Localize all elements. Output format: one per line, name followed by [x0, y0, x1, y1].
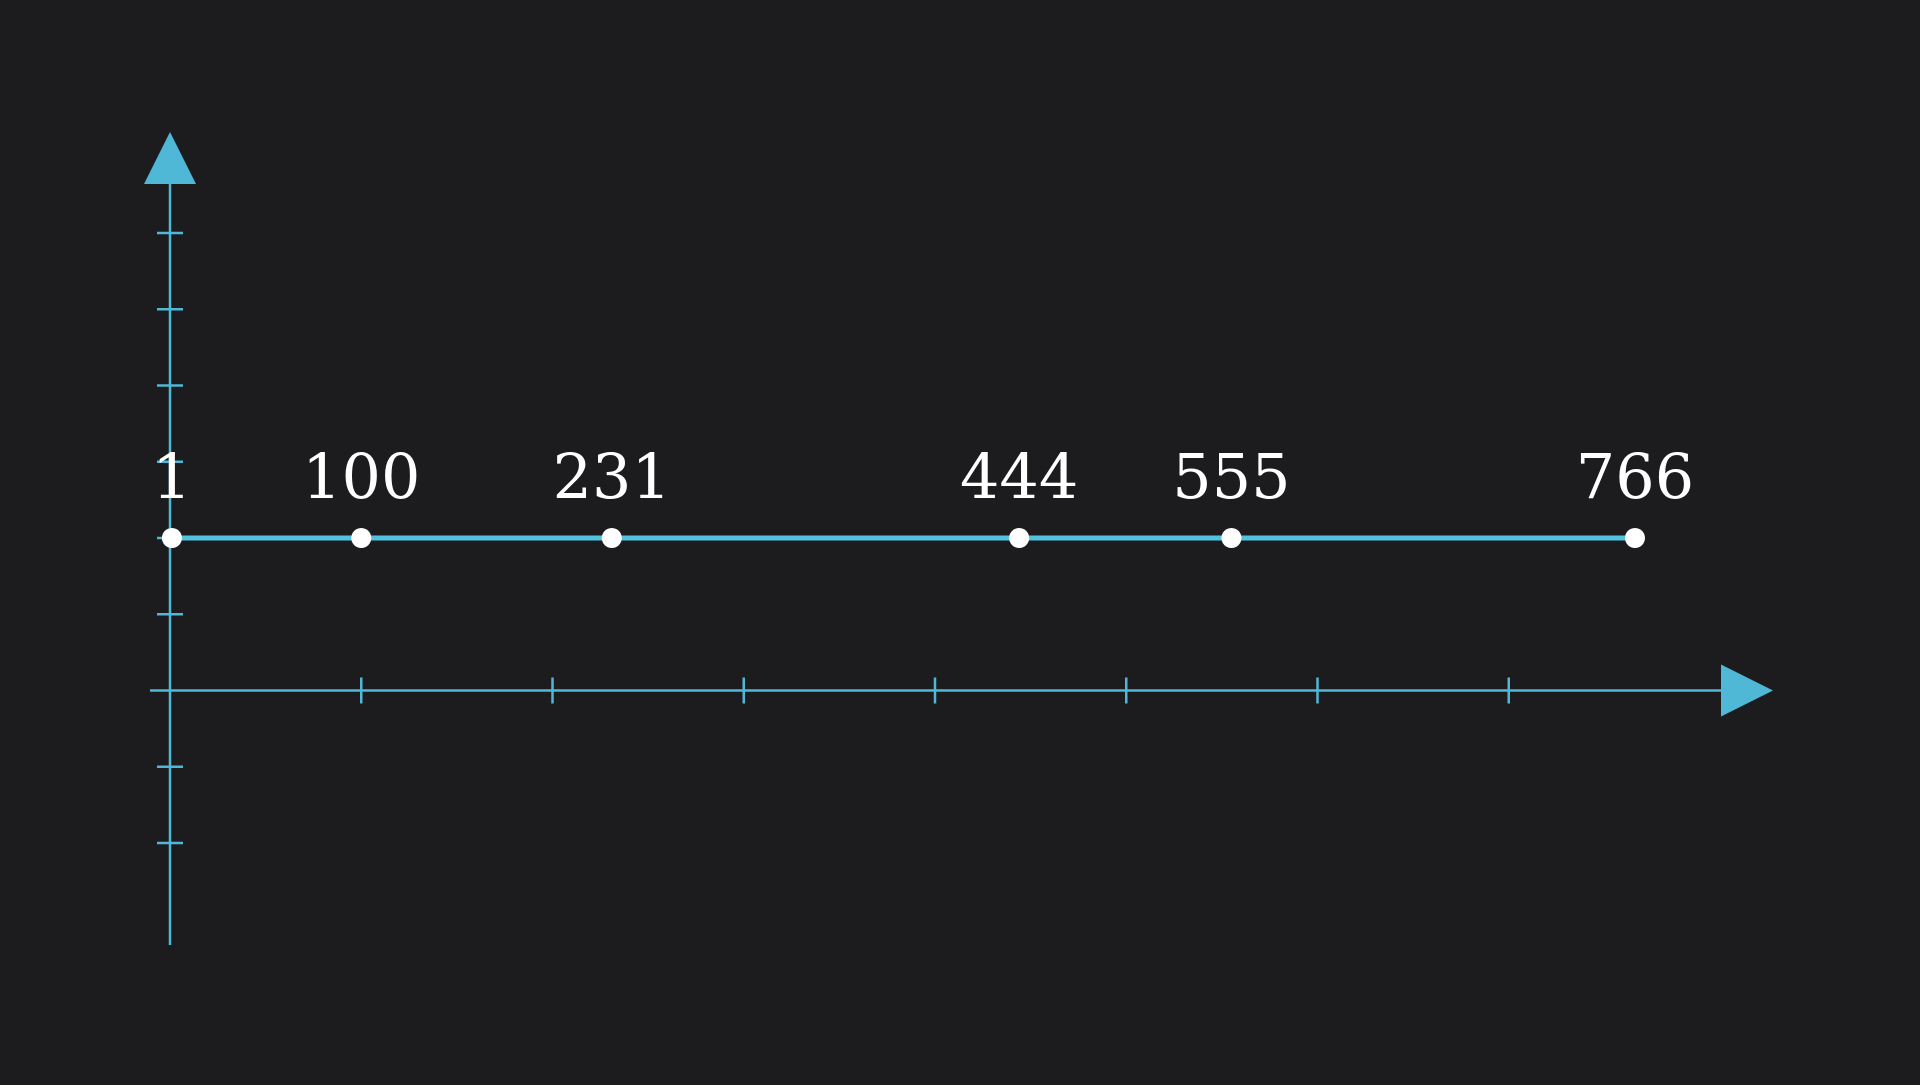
data-point [1009, 528, 1030, 548]
data-point [1624, 528, 1645, 548]
data-label: 100 [302, 440, 420, 513]
data-labels: 1 100 231 444 555 766 [152, 440, 1694, 513]
line-chart: 1 100 231 444 555 766 [144, 132, 1773, 945]
data-label: 1 [152, 440, 191, 513]
y-axis-arrow [144, 132, 196, 184]
data-point [351, 528, 372, 548]
data-label: 555 [1172, 440, 1290, 513]
chart-canvas: 1 100 231 444 555 766 [0, 0, 1920, 1080]
x-axis-arrow [1721, 664, 1773, 717]
data-point [161, 528, 182, 548]
data-point [601, 528, 622, 548]
data-label: 766 [1576, 440, 1694, 513]
data-point [1221, 528, 1242, 548]
data-label: 444 [960, 440, 1078, 513]
data-label: 231 [553, 440, 671, 513]
